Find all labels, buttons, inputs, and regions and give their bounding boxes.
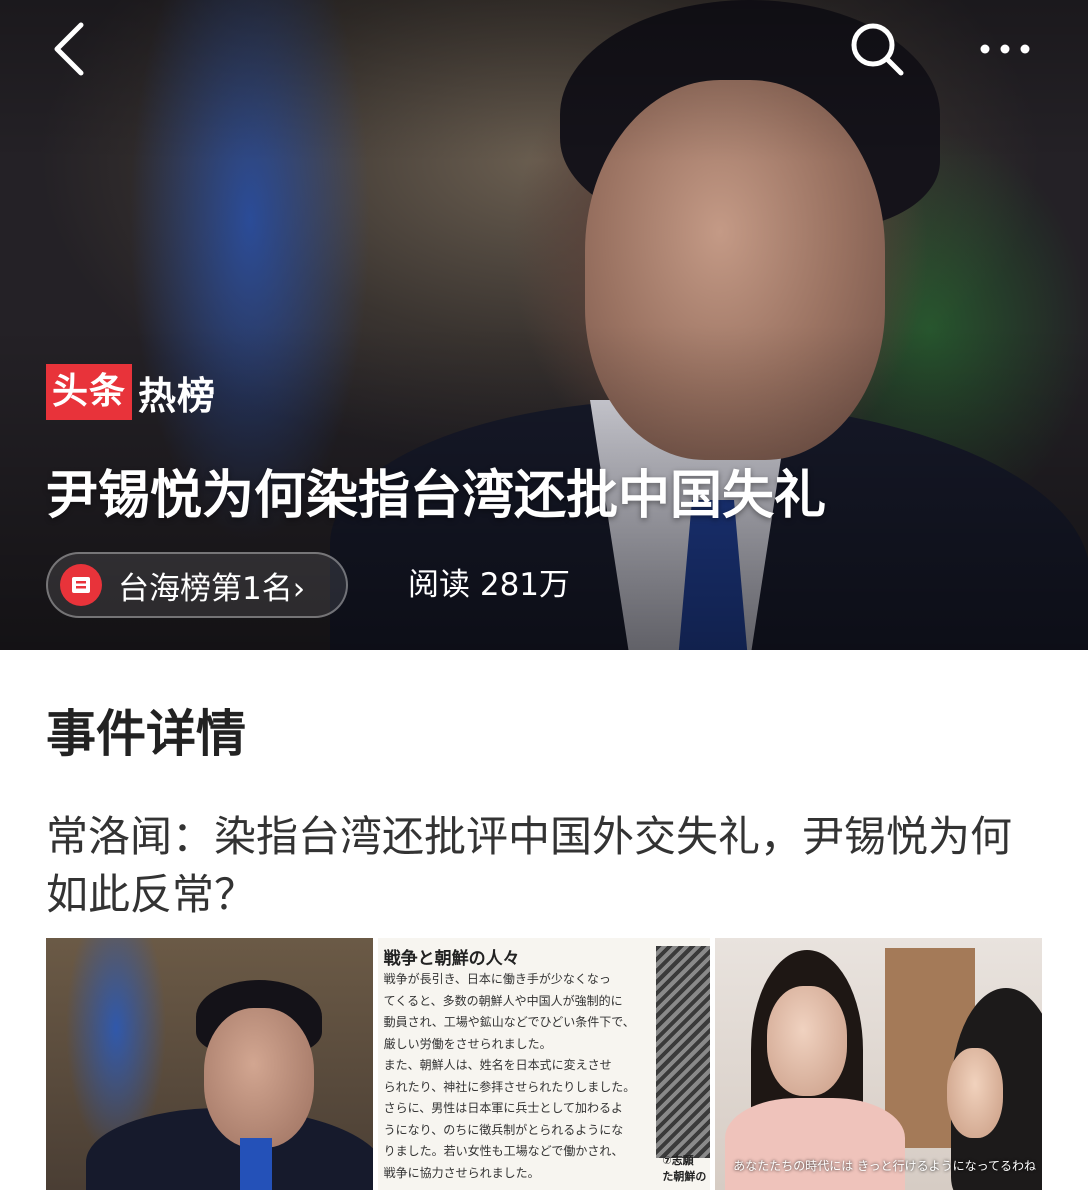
doc-photo bbox=[656, 946, 711, 1158]
chevron-left-icon bbox=[54, 22, 84, 76]
doc-line: さらに、男性は日本軍に兵士として加わるよ bbox=[383, 1101, 623, 1115]
thumbnail-portrait[interactable] bbox=[46, 938, 373, 1190]
doc-line: 厳しい労働をさせられました。 bbox=[383, 1036, 552, 1051]
brand-red-text: 头条 bbox=[46, 364, 133, 420]
back-button[interactable] bbox=[34, 14, 104, 84]
thumb3-child-face bbox=[947, 1048, 1004, 1138]
doc-caption: ⑦志願 た朝鮮の bbox=[662, 1152, 706, 1184]
doc-line: 戦争が長引き、日本に働き手が少なくなっ bbox=[383, 972, 611, 986]
hero-banner: 头条 热榜 尹锡悦为何染指台湾还批中国失礼 台海榜第1名› 阅读 281万 bbox=[0, 0, 1088, 650]
doc-caption-line: た朝鮮の bbox=[662, 1170, 707, 1183]
doc-caption-line: ⑦志願 bbox=[662, 1154, 694, 1167]
thumb1-tie bbox=[240, 1138, 272, 1190]
doc-line: りました。若い女性も工場などで働かされ、 bbox=[383, 1144, 624, 1158]
thumbnail-video-still[interactable]: あなたたちの時代には きっと行けるようになってるわね bbox=[715, 938, 1043, 1190]
brand-white-text: 热榜 bbox=[138, 373, 217, 418]
rank-badge-icon bbox=[60, 564, 102, 606]
read-count: 阅读 281万 bbox=[408, 567, 571, 603]
doc-line: てくると、多数の朝鮮人や中国人が強制的に bbox=[383, 993, 623, 1008]
rank-label: 台海榜第1名› bbox=[118, 570, 306, 607]
thumbnail-textbook[interactable]: 戦争と朝鮮の人々 戦争が長引き、日本に働き手が少なくなっ てくると、多数の朝鮮人… bbox=[377, 938, 711, 1190]
doc-line: 戦争に協力させられました。 bbox=[383, 1165, 540, 1180]
doc-line: 動員され、工場や鉱山などでひどい条件下で、 bbox=[383, 1015, 635, 1029]
toutiao-hotlist-logo: 头条 热榜 bbox=[46, 362, 216, 422]
thumb3-woman-face bbox=[767, 986, 848, 1096]
search-icon bbox=[851, 23, 904, 76]
rank-chip[interactable]: 台海榜第1名› bbox=[46, 552, 348, 618]
hero-title: 尹锡悦为何染指台湾还批中国失礼 bbox=[46, 466, 827, 526]
thumb3-woman-body bbox=[725, 1098, 906, 1190]
chevron-right-icon: › bbox=[292, 570, 306, 607]
video-subtitle: あなたたちの時代には きっと行けるようになってるわね bbox=[733, 1159, 1037, 1173]
doc-line: うになり、のちに徴兵制がとられるようにな bbox=[383, 1122, 624, 1137]
more-button[interactable] bbox=[970, 14, 1040, 84]
search-button[interactable] bbox=[842, 14, 912, 84]
thumb1-face bbox=[204, 1008, 314, 1148]
doc-line: また、朝鮮人は、姓名を日本式に変えさせ bbox=[383, 1058, 612, 1072]
article-thumbnails[interactable]: 戦争と朝鮮の人々 戦争が長引き、日本に働き手が少なくなっ てくると、多数の朝鮮人… bbox=[46, 938, 1043, 1190]
more-horizontal-icon bbox=[980, 44, 1030, 54]
article-headline-link[interactable]: 常洛闻：染指台湾还批评中国外交失礼，尹锡悦为何如此反常？ bbox=[46, 808, 1046, 924]
section-title: 事件详情 bbox=[46, 705, 246, 763]
doc-line: られたり、神社に参拝させられたりしました。 bbox=[383, 1079, 636, 1094]
